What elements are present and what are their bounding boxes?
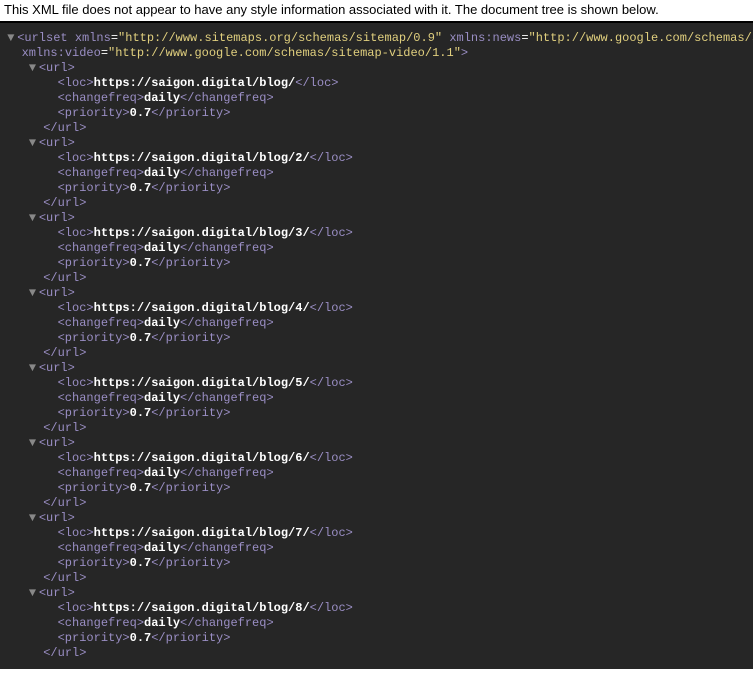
- xml-tree: ▼<urlset xmlns="http://www.sitemaps.org/…: [0, 23, 753, 669]
- expand-toggle-icon[interactable]: ▼: [29, 61, 39, 76]
- expand-toggle-icon[interactable]: ▼: [29, 436, 39, 451]
- expand-toggle-icon[interactable]: ▼: [29, 361, 39, 376]
- expand-toggle-icon[interactable]: ▼: [29, 511, 39, 526]
- expand-toggle-icon[interactable]: ▼: [7, 31, 17, 46]
- expand-toggle-icon[interactable]: ▼: [29, 586, 39, 601]
- expand-toggle-icon[interactable]: ▼: [29, 136, 39, 151]
- expand-toggle-icon[interactable]: ▼: [29, 211, 39, 226]
- expand-toggle-icon[interactable]: ▼: [29, 286, 39, 301]
- xml-style-warning: This XML file does not appear to have an…: [0, 0, 753, 23]
